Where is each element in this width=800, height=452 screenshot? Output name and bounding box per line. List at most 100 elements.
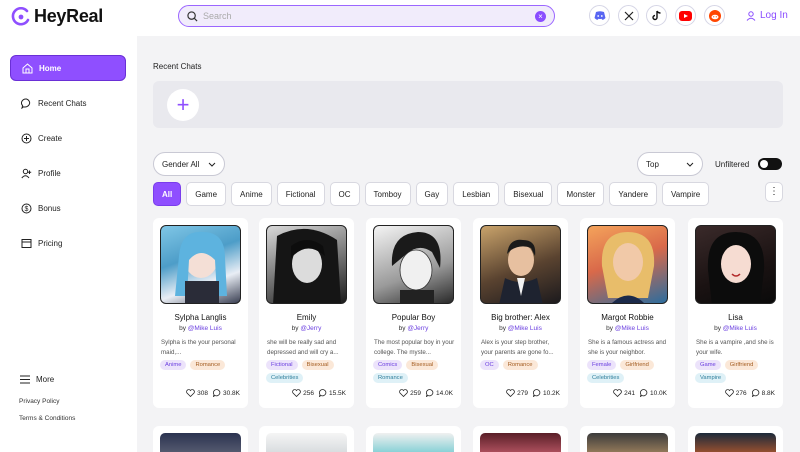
main-content: Recent Chats + Gender All Top Unfiltered… bbox=[137, 36, 800, 452]
character-avatar bbox=[373, 433, 454, 452]
character-card[interactable]: Margot Robbie by @Mike Luis She is a fam… bbox=[580, 218, 675, 408]
x-icon[interactable] bbox=[618, 5, 639, 26]
author-link[interactable]: @Mike Luis bbox=[508, 325, 542, 332]
sidebar-item-label: Create bbox=[38, 133, 63, 143]
character-description: She is a vampire ,and she is your wife. bbox=[696, 339, 774, 356]
tag-fictional[interactable]: Fictional bbox=[276, 182, 325, 206]
sidebar-item-bonus[interactable]: $ Bonus bbox=[10, 195, 126, 221]
login-label: Log In bbox=[760, 10, 788, 21]
terms-link[interactable]: Terms & Conditions bbox=[19, 415, 75, 422]
chat-count-icon bbox=[751, 389, 759, 397]
author-link[interactable]: @Mike Luis bbox=[615, 325, 649, 332]
author-link[interactable]: @Mike Luis bbox=[723, 325, 757, 332]
sidebar-item-pricing[interactable]: Pricing bbox=[10, 230, 126, 256]
author-link[interactable]: @Mike Luis bbox=[188, 325, 222, 332]
character-card[interactable] bbox=[153, 426, 248, 452]
character-description: Sylpha is the your personal maid,... bbox=[161, 339, 236, 356]
privacy-policy-link[interactable]: Privacy Policy bbox=[19, 398, 59, 405]
character-avatar bbox=[695, 225, 776, 304]
gender-filter-dropdown[interactable]: Gender All bbox=[153, 152, 225, 176]
sidebar-item-profile[interactable]: Profile bbox=[10, 160, 126, 186]
tag-lesbian[interactable]: Lesbian bbox=[453, 182, 500, 206]
character-name: Lisa bbox=[728, 313, 743, 322]
character-card[interactable] bbox=[473, 426, 568, 452]
chats-count: 14.0K bbox=[436, 389, 453, 397]
heart-icon bbox=[724, 389, 734, 397]
logo[interactable]: HeyReal bbox=[11, 6, 103, 27]
new-chat-button[interactable]: + bbox=[167, 89, 199, 121]
character-tag: Anime bbox=[160, 360, 187, 370]
svg-text:$: $ bbox=[25, 206, 29, 213]
character-tag: Romance bbox=[502, 360, 538, 370]
tag-monster[interactable]: Monster bbox=[557, 182, 605, 206]
heart-icon bbox=[292, 389, 301, 397]
tag-yandere[interactable]: Yandere bbox=[609, 182, 658, 206]
tiktok-icon[interactable] bbox=[646, 5, 667, 26]
sidebar-item-label: Recent Chats bbox=[38, 98, 87, 108]
character-card[interactable] bbox=[366, 426, 461, 452]
character-author: by @Jerry bbox=[291, 325, 322, 332]
character-tag: Celebrities bbox=[266, 373, 304, 383]
character-stats: 308 30.8K bbox=[186, 389, 240, 397]
character-card[interactable] bbox=[580, 426, 675, 452]
reddit-icon[interactable] bbox=[704, 5, 725, 26]
character-avatar bbox=[266, 225, 347, 304]
recent-chats-title: Recent Chats bbox=[153, 62, 202, 71]
tag-game[interactable]: Game bbox=[186, 182, 227, 206]
discord-icon[interactable] bbox=[589, 5, 610, 26]
logo-icon bbox=[11, 6, 30, 26]
chat-count-icon bbox=[640, 389, 648, 397]
unfiltered-toggle[interactable] bbox=[758, 158, 782, 170]
plus-circle-icon bbox=[21, 133, 32, 144]
character-author: by @Jerry bbox=[398, 325, 429, 332]
search-input[interactable] bbox=[203, 11, 535, 21]
character-avatar bbox=[266, 433, 347, 452]
tag-tomboy[interactable]: Tomboy bbox=[364, 182, 411, 206]
character-tag: Celebrities bbox=[587, 373, 625, 383]
tag-oc[interactable]: OC bbox=[329, 182, 360, 206]
character-tag: Romance bbox=[373, 373, 408, 383]
author-link[interactable]: @Jerry bbox=[407, 325, 428, 332]
character-name: Popular Boy bbox=[391, 313, 436, 322]
more-tags-button[interactable]: ⋮ bbox=[765, 182, 783, 202]
heart-icon bbox=[506, 389, 515, 397]
kebab-icon: ⋮ bbox=[769, 186, 779, 197]
author-link[interactable]: @Jerry bbox=[300, 325, 321, 332]
tag-gay[interactable]: Gay bbox=[415, 182, 449, 206]
sort-dropdown[interactable]: Top bbox=[637, 152, 703, 176]
tag-bisexual[interactable]: Bisexual bbox=[504, 182, 553, 206]
character-name: Margot Robbie bbox=[601, 313, 654, 322]
sidebar-item-label: Profile bbox=[38, 168, 61, 178]
character-description: Alex is your step brother, your parents … bbox=[481, 339, 554, 356]
character-card[interactable]: Sylpha Langlis by @Mike Luis Sylpha is t… bbox=[153, 218, 248, 408]
card-icon bbox=[21, 238, 32, 249]
plus-icon: + bbox=[176, 92, 190, 117]
character-card[interactable]: Big brother: Alex by @Mike Luis Alex is … bbox=[473, 218, 568, 408]
category-tags: All Game Anime Fictional OC Tomboy Gay L… bbox=[153, 182, 710, 206]
character-card[interactable]: Lisa by @Mike Luis She is a vampire ,and… bbox=[688, 218, 783, 408]
character-avatar bbox=[480, 433, 561, 452]
chat-count-icon bbox=[426, 389, 434, 397]
character-tags: Female Girlfriend Celebrities bbox=[587, 360, 672, 383]
sidebar-item-home[interactable]: Home bbox=[10, 55, 126, 81]
chat-count-icon bbox=[533, 389, 541, 397]
character-card[interactable] bbox=[688, 426, 783, 452]
tag-vampire[interactable]: Vampire bbox=[662, 182, 710, 206]
chats-count: 10.2K bbox=[543, 389, 560, 397]
character-tag: Romance bbox=[190, 360, 226, 370]
more-button[interactable]: More bbox=[20, 375, 54, 384]
clear-search-icon[interactable]: × bbox=[535, 10, 546, 22]
character-card[interactable]: Emily by @Jerry she will be really sad a… bbox=[259, 218, 354, 408]
login-button[interactable]: Log In bbox=[746, 10, 788, 21]
character-card[interactable] bbox=[259, 426, 354, 452]
character-card[interactable]: Popular Boy by @Jerry The most popular b… bbox=[366, 218, 461, 408]
chats-count: 8.8K bbox=[761, 389, 775, 397]
youtube-icon[interactable] bbox=[675, 5, 696, 26]
search-bar[interactable]: × bbox=[178, 5, 555, 27]
tag-anime[interactable]: Anime bbox=[231, 182, 272, 206]
sidebar-item-recent-chats[interactable]: Recent Chats bbox=[10, 90, 126, 116]
heart-icon bbox=[613, 389, 622, 397]
likes-count: 241 bbox=[624, 389, 635, 397]
sidebar-item-create[interactable]: Create bbox=[10, 125, 126, 151]
tag-all[interactable]: All bbox=[153, 182, 182, 206]
